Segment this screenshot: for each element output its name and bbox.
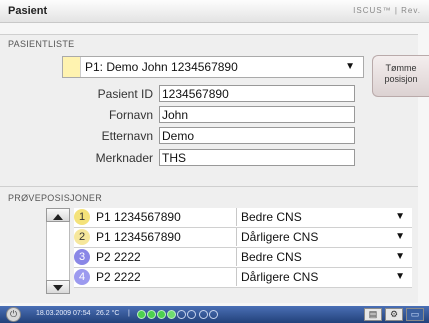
patient-id-label: Pasient ID [97, 87, 153, 101]
gear-icon[interactable]: ⚙ [385, 308, 403, 321]
first-name-label: Fornavn [108, 108, 153, 122]
last-name-label: Etternavn [101, 129, 153, 143]
chevron-down-icon[interactable]: ▼ [395, 271, 405, 282]
title-bar: Pasient ISCUS™ | Rev. [0, 0, 429, 23]
chevron-down-icon[interactable]: ▼ [345, 61, 355, 72]
clear-button-line1: Tømme [385, 63, 417, 73]
condition-value: Bedre CNS [241, 210, 302, 224]
patient-select-value: P1: Demo John 1234567890 [85, 60, 238, 74]
position-status-icon [209, 310, 218, 319]
window-title: Pasient [8, 5, 48, 17]
condition-select[interactable]: Bedre CNS ▼ [236, 248, 413, 266]
clear-position-button[interactable]: Tømme posisjon [372, 55, 429, 97]
status-separator: | [128, 310, 130, 317]
sample-positions-label: PRØVEPOSISJONER [8, 193, 103, 203]
sample-row[interactable]: 3 P2 2222 Bedre CNS ▼ [74, 248, 412, 268]
condition-value: Dårligere CNS [241, 230, 319, 244]
folder-icon[interactable]: ▭ [406, 308, 424, 321]
last-name-field[interactable]: Demo [159, 127, 355, 144]
dock-icon[interactable]: ▤ [364, 308, 382, 321]
chevron-down-icon[interactable]: ▼ [395, 231, 405, 242]
arrow-up-icon [53, 214, 63, 220]
sample-row[interactable]: 2 P1 1234567890 Dårligere CNS ▼ [74, 228, 412, 248]
sample-patient: P1 1234567890 [96, 230, 181, 244]
sample-row[interactable]: 4 P2 2222 Dårligere CNS ▼ [74, 268, 412, 288]
sample-patient: P2 2222 [96, 270, 141, 284]
sample-patient: P2 2222 [96, 250, 141, 264]
chevron-down-icon[interactable]: ▼ [395, 251, 405, 262]
position-status-icon [137, 310, 146, 319]
patient-color-swatch [63, 57, 81, 77]
patient-window: Pasient ISCUS™ | Rev. PASIENTLISTE P1: D… [0, 0, 429, 323]
scroll-up-button[interactable] [46, 208, 70, 222]
power-icon[interactable]: ⏻ [6, 307, 21, 322]
iscus-logo: ISCUS™ | Rev. [353, 6, 421, 15]
position-number-badge: 4 [74, 269, 90, 285]
patient-list-label: PASIENTLISTE [8, 39, 75, 49]
position-number-badge: 3 [74, 249, 90, 265]
condition-select[interactable]: Dårligere CNS ▼ [236, 228, 413, 246]
status-bar: ⏻ 18.03.2009 07:54 26.2 °C | ▤ ⚙ ▭ [0, 306, 429, 323]
condition-value: Dårligere CNS [241, 270, 319, 284]
arrow-down-icon [53, 285, 63, 291]
position-number-badge: 1 [74, 209, 90, 225]
sample-row[interactable]: 1 P1 1234567890 Bedre CNS ▼ [74, 208, 412, 228]
sample-positions-list: 1 P1 1234567890 Bedre CNS ▼ 2 P1 1234567… [46, 208, 416, 294]
condition-select[interactable]: Bedre CNS ▼ [236, 208, 413, 226]
clear-button-line2: posisjon [384, 74, 418, 84]
sample-patient: P1 1234567890 [96, 210, 181, 224]
condition-select[interactable]: Dårligere CNS ▼ [236, 268, 413, 286]
condition-value: Bedre CNS [241, 250, 302, 264]
patient-id-field[interactable]: 1234567890 [159, 85, 355, 102]
scroll-track[interactable] [46, 222, 70, 280]
scroll-down-button[interactable] [46, 280, 70, 294]
status-datetime: 18.03.2009 07:54 [36, 310, 91, 317]
patient-select[interactable]: P1: Demo John 1234567890 ▼ [62, 56, 364, 78]
notes-field[interactable]: THS [159, 149, 355, 166]
position-status-icon [177, 310, 186, 319]
position-status-icon [199, 310, 208, 319]
status-temperature: 26.2 °C [96, 310, 120, 317]
notes-label: Merknader [95, 151, 153, 165]
position-number-badge: 2 [74, 229, 90, 245]
position-status-icon [157, 310, 166, 319]
first-name-field[interactable]: John [159, 106, 355, 123]
position-status-icon [187, 310, 196, 319]
chevron-down-icon[interactable]: ▼ [395, 211, 405, 222]
position-status-icon [167, 310, 176, 319]
position-status-icon [147, 310, 156, 319]
